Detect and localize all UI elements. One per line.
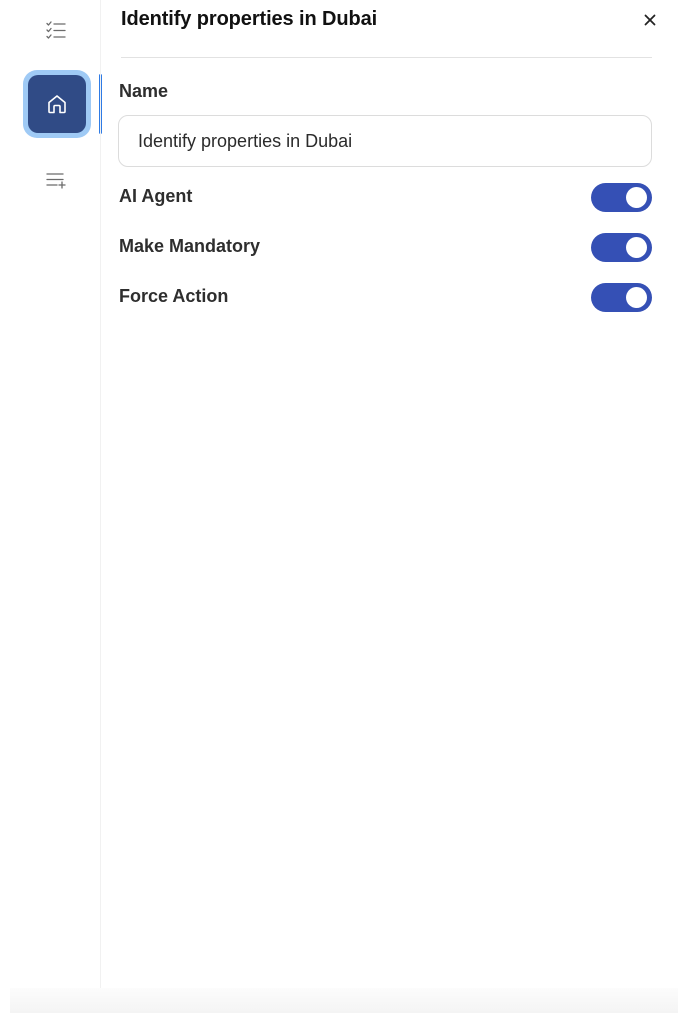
rail-item-home-inner (28, 75, 86, 133)
app-window: Identify properties in Dubai Name AI Age… (0, 0, 678, 1013)
rail-divider (100, 0, 101, 1013)
toggle-knob (626, 237, 647, 258)
toggle-row-force-action: Force Action (119, 283, 652, 313)
close-button[interactable] (638, 8, 662, 32)
force-action-label: Force Action (119, 286, 229, 306)
force-action-toggle[interactable] (591, 283, 652, 312)
home-icon (48, 95, 66, 114)
make-mandatory-label: Make Mandatory (119, 236, 261, 256)
close-icon (644, 14, 656, 26)
name-label: Name (119, 81, 169, 101)
header-divider (121, 57, 652, 58)
toggle-row-ai-agent: AI Agent (119, 183, 652, 213)
checklist-icon (46, 21, 66, 39)
ai-agent-toggle[interactable] (591, 183, 652, 212)
rail-item-add-list[interactable] (40, 164, 72, 196)
ai-agent-label: AI Agent (119, 186, 193, 206)
toggle-knob (626, 187, 647, 208)
panel-title: Identify properties in Dubai (121, 8, 378, 30)
rail-item-home[interactable] (23, 70, 91, 138)
side-rail (0, 0, 102, 1013)
list-add-icon (46, 173, 66, 189)
name-input[interactable] (118, 115, 652, 167)
bottom-bar (10, 988, 678, 1013)
make-mandatory-toggle[interactable] (591, 233, 652, 262)
toggle-knob (626, 287, 647, 308)
rail-item-tasks[interactable] (40, 14, 72, 46)
toggle-row-make-mandatory: Make Mandatory (119, 233, 652, 263)
